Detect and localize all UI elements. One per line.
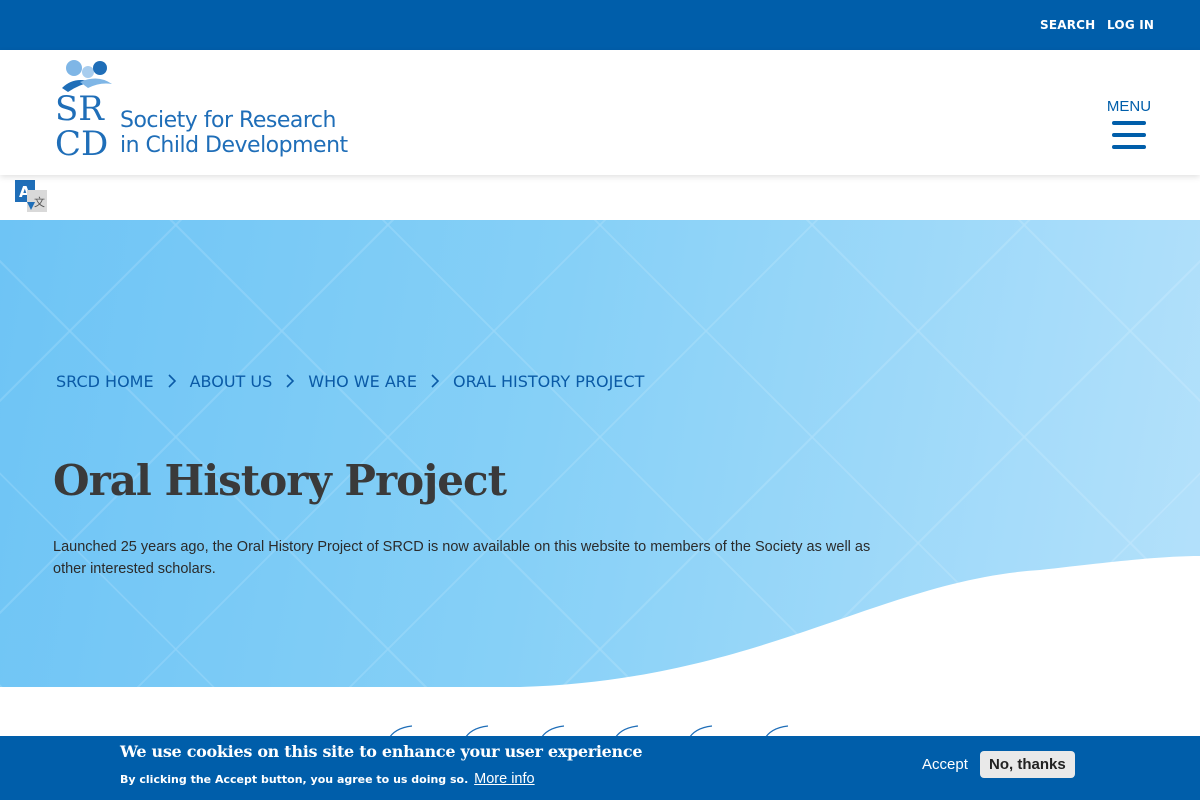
accept-button[interactable]: Accept	[922, 756, 968, 773]
login-link[interactable]: LOG IN	[1107, 18, 1154, 32]
translate-bar: A 文	[0, 175, 1200, 220]
cookie-text-line: By clicking the Accept button, you agree…	[120, 771, 535, 787]
breadcrumb: SRCD HOME ABOUT US WHO WE ARE ORAL HISTO…	[56, 372, 644, 391]
breadcrumb-srcd-home[interactable]: SRCD HOME	[56, 372, 154, 391]
top-utility-bar: SEARCH LOG IN	[0, 0, 1200, 50]
site-header: SR CD Society for Research in Child Deve…	[0, 50, 1200, 175]
cookie-banner: We use cookies on this site to enhance y…	[0, 736, 1200, 800]
breadcrumb-who-we-are[interactable]: WHO WE ARE	[308, 372, 417, 391]
monogram-bottom: CD	[55, 124, 108, 158]
more-info-link[interactable]: More info	[474, 771, 534, 787]
logo-line-2: in Child Development	[120, 133, 348, 158]
breadcrumb-about-us[interactable]: ABOUT US	[190, 372, 273, 391]
cookie-title: We use cookies on this site to enhance y…	[120, 742, 643, 761]
breadcrumb-oral-history-project[interactable]: ORAL HISTORY PROJECT	[453, 372, 644, 391]
translate-icon[interactable]: A 文	[15, 180, 47, 212]
svg-text:文: 文	[34, 195, 45, 209]
chevron-right-icon	[417, 373, 453, 391]
hamburger-icon	[1112, 121, 1146, 149]
menu-button[interactable]: MENU	[1106, 98, 1152, 158]
logo-wordmark: Society for Research in Child Developmen…	[120, 108, 348, 158]
srcd-monogram-icon: SR CD	[55, 60, 112, 158]
chevron-right-icon	[272, 373, 308, 391]
menu-label: MENU	[1106, 98, 1152, 115]
search-link[interactable]: SEARCH	[1040, 18, 1095, 32]
srcd-logo[interactable]: SR CD Society for Research in Child Deve…	[54, 58, 384, 158]
intro-text: Launched 25 years ago, the Oral History …	[53, 539, 871, 577]
hero-banner: SRCD HOME ABOUT US WHO WE ARE ORAL HISTO…	[0, 220, 1200, 687]
no-thanks-button[interactable]: No, thanks	[980, 751, 1075, 778]
cookie-text: By clicking the Accept button, you agree…	[120, 773, 469, 786]
page-title: Oral History Project	[53, 456, 507, 505]
hero-wave	[520, 556, 1200, 687]
monogram-top: SR	[55, 89, 105, 129]
logo-line-1: Society for Research	[120, 108, 336, 133]
chevron-right-icon	[154, 373, 190, 391]
